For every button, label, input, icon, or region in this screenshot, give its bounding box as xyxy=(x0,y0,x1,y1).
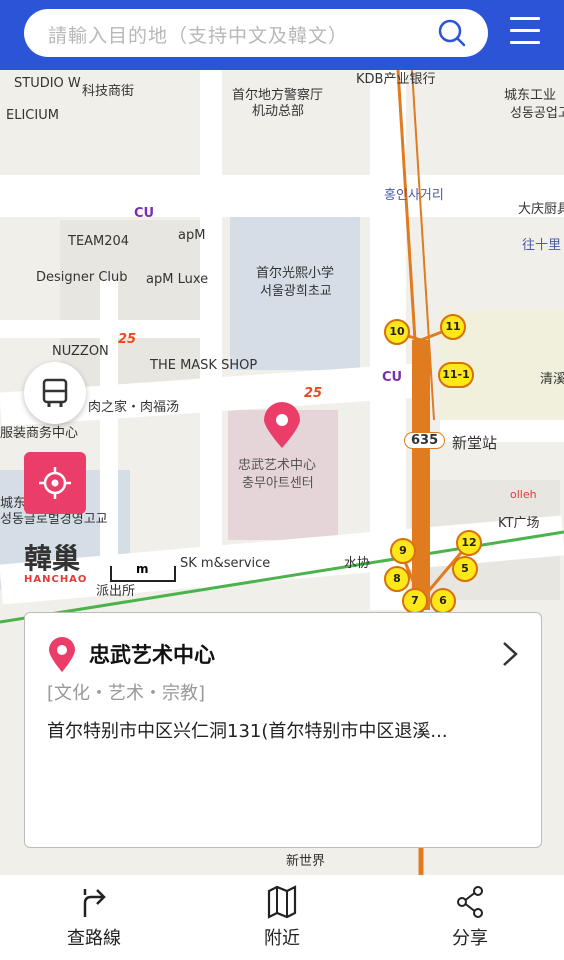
menu-icon[interactable] xyxy=(510,17,540,49)
map-label-team: TEAM204 xyxy=(68,234,130,249)
map-label-apm: apM xyxy=(178,228,206,243)
map-label-chengdong-kr: 성동공업고 xyxy=(510,106,564,121)
map-label-kdb: KDB产业银行 xyxy=(356,72,436,87)
bus-icon xyxy=(42,378,68,407)
tab-nearby-label: 附近 xyxy=(264,928,300,949)
top-bar: 請輸入目的地（支持中文及韓文） xyxy=(0,0,564,70)
subway-exit-badge: 8 xyxy=(384,566,410,592)
map-label-suixie: 水协 xyxy=(344,556,371,571)
map-label-qing: 清溪 xyxy=(540,372,564,387)
scale-label: m xyxy=(136,562,149,576)
map-label-chengdong: 城东工业 xyxy=(504,88,557,103)
share-icon xyxy=(457,886,483,918)
place-title: 忠武艺术中心 xyxy=(89,643,215,667)
map-label-xinshijie: 新世界 xyxy=(286,854,326,869)
subway-exit-badge: 9 xyxy=(390,538,416,564)
map-label-fuzhuang: 服装商务中心 xyxy=(0,426,79,441)
map-label-hongin: 홍인사거리 xyxy=(384,188,444,203)
gs25-icon: 25 xyxy=(304,386,323,401)
map-label-school-cn: 首尔光熙小学 xyxy=(256,266,335,281)
map-label-police2: 机动总部 xyxy=(252,104,305,119)
map-label-roujia: 肉之家・肉福汤 xyxy=(88,400,180,415)
map-label-station: 新堂站 xyxy=(452,434,498,452)
map-label-paichusuo: 派出所 xyxy=(96,584,136,599)
map-label-apmluxe: apM Luxe xyxy=(146,272,209,287)
subway-exit-badge: 12 xyxy=(456,530,482,556)
cu-icon: CU xyxy=(382,370,403,385)
subway-exit-badge: 7 xyxy=(402,588,428,614)
map-icon xyxy=(267,885,297,919)
bottom-nav: 查路線 附近 分享 xyxy=(0,875,564,960)
map-scale: m xyxy=(110,562,176,582)
gs25-icon: 25 xyxy=(118,332,137,347)
search-icon[interactable] xyxy=(438,19,466,47)
map-label-daqing: 大庆厨具 xyxy=(518,202,564,217)
search-placeholder[interactable]: 請輸入目的地（支持中文及韓文） xyxy=(48,21,348,48)
map-label-studio: STUDIO W xyxy=(14,76,81,91)
location-pin-icon xyxy=(49,637,75,672)
logo-cn: 韓巢 xyxy=(24,542,81,575)
tab-share-label: 分享 xyxy=(452,928,488,949)
route-badge: 635 xyxy=(404,432,446,449)
subway-exit-badge: 10 xyxy=(384,319,410,345)
subway-exit-badge: 6 xyxy=(430,588,456,614)
map-label-center-cn: 忠武艺术中心 xyxy=(238,458,317,473)
subway-exit-badge: 11-1 xyxy=(438,362,474,388)
map-label-mask: THE MASK SHOP xyxy=(150,358,258,373)
subway-exit-badge: 11 xyxy=(440,314,466,340)
chevron-right-icon[interactable] xyxy=(501,641,519,667)
location-pin-icon[interactable] xyxy=(262,402,302,450)
map-label-olleh: olleh xyxy=(510,488,537,501)
map-label-sk: SK m&service xyxy=(180,556,271,571)
search-bar[interactable]: 請輸入目的地（支持中文及韓文） xyxy=(24,9,488,57)
place-category: [文化・艺术・宗教] xyxy=(47,683,206,704)
map-label-school-kr: 서울광희초교 xyxy=(260,284,332,299)
map-label-kt: KT广场 xyxy=(498,516,540,531)
place-address: 首尔特别市中区兴仁洞131(首尔特别市中区退溪... xyxy=(47,721,448,742)
map-label-center-kr: 충무아트센터 xyxy=(242,476,314,491)
route-icon xyxy=(83,889,106,917)
crosshair-icon xyxy=(39,467,71,499)
subway-exit-badge: 5 xyxy=(452,556,478,582)
locate-button[interactable] xyxy=(24,452,86,514)
map-label-designer: Designer Club xyxy=(36,270,128,285)
map-label-elicium: ELICIUM xyxy=(6,108,59,123)
tab-share[interactable]: 分享 xyxy=(410,875,530,960)
cu-icon: CU xyxy=(134,206,155,221)
tab-route-label: 查路線 xyxy=(67,928,121,949)
place-info-card[interactable]: 忠武艺术中心 [文化・艺术・宗教] 首尔特别市中区兴仁洞131(首尔特别市中区退… xyxy=(24,612,542,848)
map-label-nuzzon: NUZZON xyxy=(52,344,109,359)
tab-route[interactable]: 查路線 xyxy=(34,875,154,960)
app-logo: 韓巢 HANCHAO xyxy=(24,542,88,586)
map-label-wangshili: 往十里 xyxy=(522,238,562,253)
map-label-kejishang: 科技商街 xyxy=(82,84,135,99)
tab-nearby[interactable]: 附近 xyxy=(222,875,342,960)
bus-button[interactable] xyxy=(24,362,86,424)
logo-en: HANCHAO xyxy=(24,574,88,585)
